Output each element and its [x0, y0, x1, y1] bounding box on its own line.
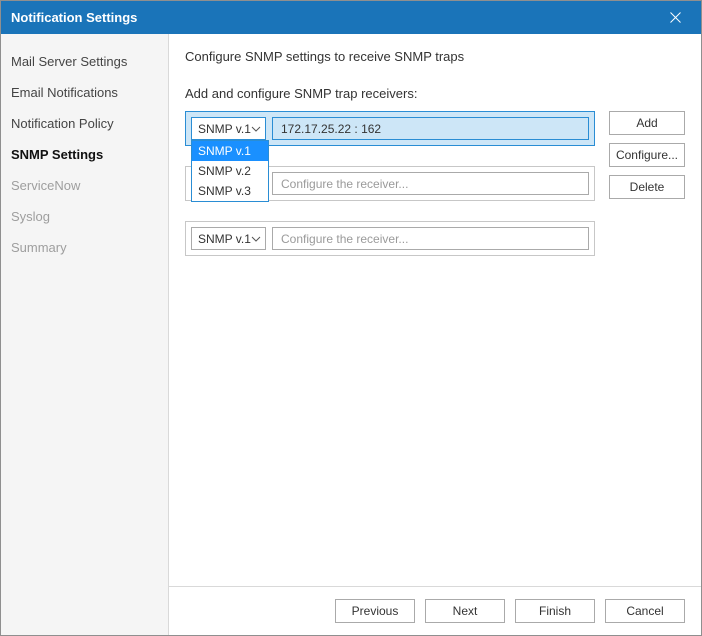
notification-settings-window: Notification Settings Mail Server Settin… [0, 0, 702, 636]
window-title: Notification Settings [11, 10, 659, 25]
sidebar-item-servicenow: ServiceNow [1, 170, 168, 201]
titlebar: Notification Settings [1, 1, 701, 34]
sidebar-item-email-notifications[interactable]: Email Notifications [1, 77, 168, 108]
content-inner: Configure SNMP settings to receive SNMP … [169, 34, 701, 586]
content-area: Configure SNMP settings to receive SNMP … [169, 34, 701, 635]
snmp-version-dropdown: SNMP v.1 SNMP v.2 SNMP v.3 [191, 140, 269, 202]
next-button[interactable]: Next [425, 599, 505, 623]
snmp-version-select[interactable]: SNMP v.1 SNMP v.1 SNMP v.2 SNMP v.3 [191, 117, 266, 140]
cancel-button[interactable]: Cancel [605, 599, 685, 623]
action-buttons: Add Configure... Delete [609, 111, 685, 199]
sidebar-item-summary: Summary [1, 232, 168, 263]
sidebar-item-syslog: Syslog [1, 201, 168, 232]
receiver-input[interactable] [272, 117, 589, 140]
chevron-down-icon [251, 126, 261, 132]
close-icon [670, 12, 681, 23]
configure-button[interactable]: Configure... [609, 143, 685, 167]
sidebar-item-snmp-settings[interactable]: SNMP Settings [1, 139, 168, 170]
add-button[interactable]: Add [609, 111, 685, 135]
sidebar-item-notification-policy[interactable]: Notification Policy [1, 108, 168, 139]
sidebar-item-mail-server[interactable]: Mail Server Settings [1, 46, 168, 77]
wizard-footer: Previous Next Finish Cancel [169, 586, 701, 635]
chevron-down-icon [251, 236, 261, 242]
dropdown-option[interactable]: SNMP v.3 [192, 181, 268, 201]
snmp-version-select[interactable]: SNMP v.1 [191, 227, 266, 250]
receiver-row[interactable]: SNMP v.1 [185, 221, 595, 256]
receiver-input[interactable] [272, 172, 589, 195]
dropdown-option[interactable]: SNMP v.2 [192, 161, 268, 181]
snmp-version-value: SNMP v.1 [198, 122, 251, 136]
dropdown-option[interactable]: SNMP v.1 [192, 141, 268, 161]
receiver-row[interactable]: SNMP v.1 SNMP v.1 SNMP v.2 SNMP v.3 [185, 111, 595, 146]
receivers-area: SNMP v.1 SNMP v.1 SNMP v.2 SNMP v.3 [185, 111, 685, 256]
sidebar: Mail Server Settings Email Notifications… [1, 34, 169, 635]
snmp-version-value: SNMP v.1 [198, 232, 251, 246]
page-subheading: Add and configure SNMP trap receivers: [185, 86, 685, 101]
receiver-input[interactable] [272, 227, 589, 250]
receivers-list: SNMP v.1 SNMP v.1 SNMP v.2 SNMP v.3 [185, 111, 595, 256]
dialog-body: Mail Server Settings Email Notifications… [1, 34, 701, 635]
finish-button[interactable]: Finish [515, 599, 595, 623]
close-button[interactable] [659, 2, 691, 34]
delete-button[interactable]: Delete [609, 175, 685, 199]
previous-button[interactable]: Previous [335, 599, 415, 623]
page-heading: Configure SNMP settings to receive SNMP … [185, 49, 685, 64]
